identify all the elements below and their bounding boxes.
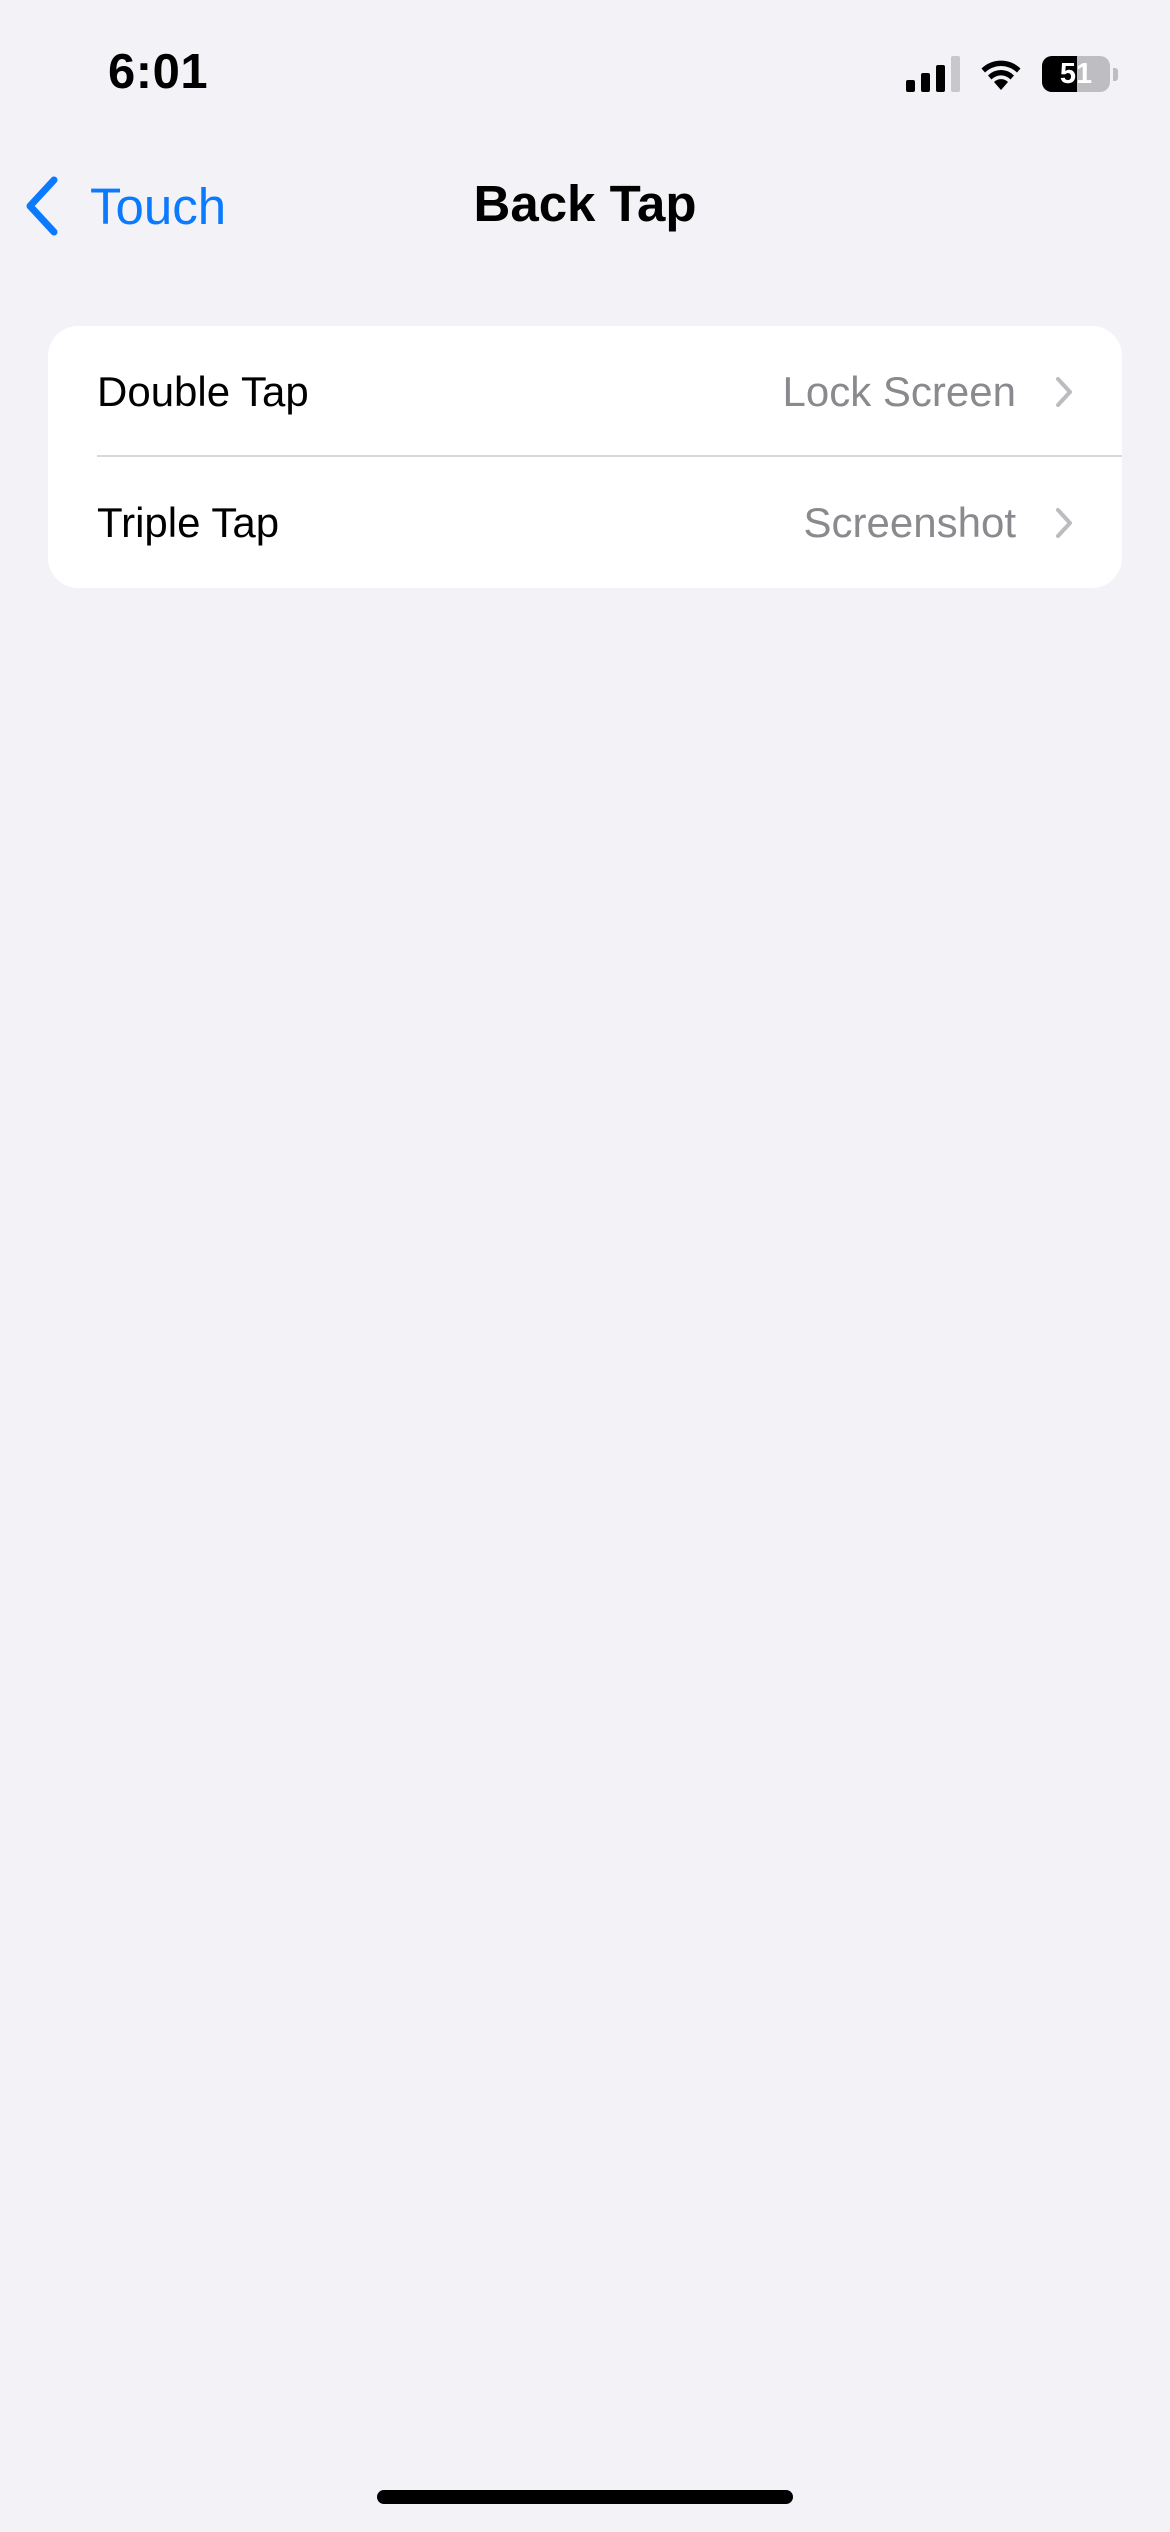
navigation-bar: Touch Back Tap [0,160,1170,252]
status-bar: 6:01 51 [0,0,1170,150]
row-value: Lock Screen [782,367,1016,415]
wifi-icon [978,57,1024,91]
battery-icon: 51 [1042,56,1118,92]
row-label: Double Tap [97,367,309,415]
back-tap-settings-group: Double Tap Lock Screen Triple Tap Screen… [48,326,1122,588]
row-value: Screenshot [803,498,1016,546]
chevron-right-icon [1054,375,1074,409]
battery-level-text: 51 [1059,57,1093,90]
row-label: Triple Tap [97,498,280,546]
settings-row-double-tap[interactable]: Double Tap Lock Screen [48,326,1122,457]
chevron-right-icon [1054,506,1074,540]
cellular-signal-icon [906,56,960,92]
status-time: 6:01 [108,45,209,99]
settings-row-triple-tap[interactable]: Triple Tap Screenshot [48,457,1122,588]
page-title: Back Tap [473,175,697,232]
home-indicator[interactable] [377,2490,793,2504]
status-icons: 51 [906,52,1118,96]
